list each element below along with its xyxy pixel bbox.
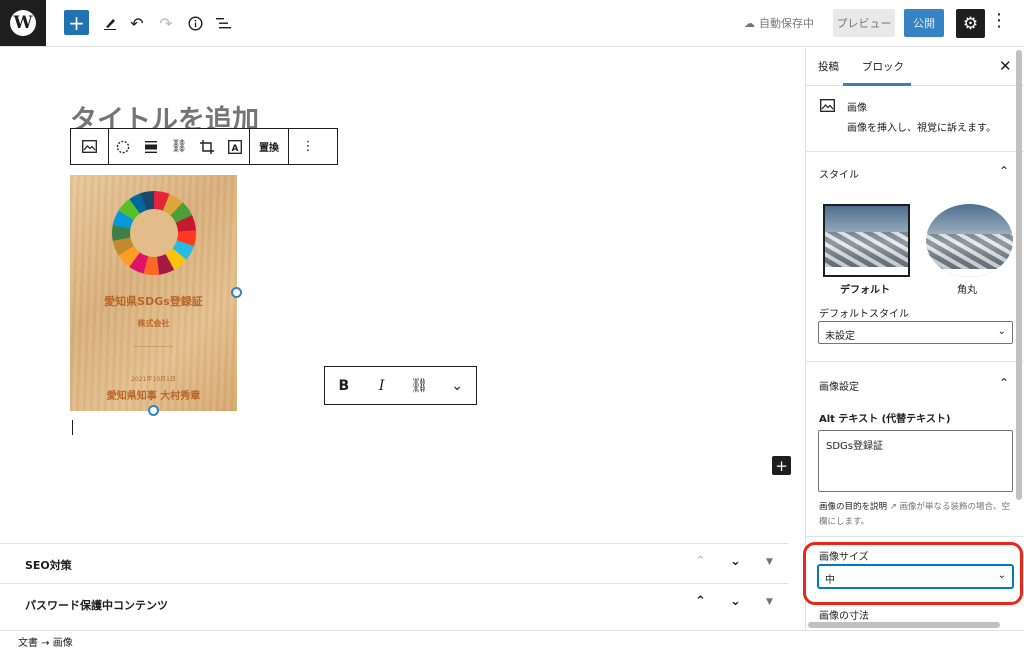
block-card-title: 画像 [847, 103, 867, 114]
toggle-panel-icon[interactable]: ▼ [766, 597, 773, 607]
cert-signature: 愛知県知事 大村秀章 [106, 391, 201, 402]
replace-button[interactable]: 置換 [250, 139, 288, 154]
cloud-icon: ☁ [744, 16, 755, 30]
autosave-text: 自動保存中 [759, 17, 814, 30]
chevron-down-icon[interactable]: ⌄ [442, 371, 472, 401]
move-up-icon[interactable]: ⌃ [695, 554, 706, 569]
divider [806, 536, 1024, 537]
alt-text-help: 画像の目的を説明 ↗ 画像が単なる装飾の場合、空欄にします。 [819, 500, 1014, 530]
image-dimensions-label: 画像の寸法 [819, 611, 869, 622]
chevron-down-icon: ⌄ [997, 570, 1006, 581]
sdgs-wheel-logo [112, 191, 196, 275]
metabox-title: パスワード保護中コンテンツ [25, 599, 168, 612]
metabox-password-protected: パスワード保護中コンテンツ ⌃ ⌄ ▼ [0, 583, 788, 623]
breadcrumb[interactable]: 文書 → 画像 [18, 634, 73, 649]
more-options-icon[interactable]: ⋮ [990, 12, 1008, 30]
undo-icon[interactable]: ↶ [125, 11, 149, 35]
block-inserter-plus-icon[interactable]: + [772, 456, 791, 475]
move-down-icon[interactable]: ⌄ [730, 554, 741, 569]
replace-group: 置換 [250, 129, 289, 164]
metabox-seo: SEO対策 ⌃ ⌄ ▼ [0, 543, 788, 583]
chevron-down-icon: ⌄ [997, 326, 1006, 337]
resize-handle-right[interactable] [231, 287, 242, 298]
options-group: ⋮ [289, 129, 327, 164]
block-editor: W + ↶ ↷ ☁ 自動保存中 プレビュー 公開 ⚙ ⋮ タイトルを追加 ⛓ A… [0, 0, 1024, 650]
image-tools-group: ⛓ A [109, 129, 250, 164]
cert-company: 株式会社 [137, 319, 170, 328]
align-icon[interactable] [137, 129, 165, 164]
edit-pencil-icon[interactable] [98, 11, 122, 35]
add-block-button[interactable]: + [64, 10, 89, 35]
duotone-icon[interactable] [109, 129, 137, 164]
sidebar-horizontal-scrollbar[interactable] [808, 622, 1000, 628]
close-icon[interactable]: ✕ [999, 57, 1012, 75]
alt-text-label: Alt テキスト (代替テキスト) [819, 414, 951, 425]
italic-button[interactable]: I [367, 371, 397, 401]
link-icon[interactable]: ⛓ [404, 371, 434, 401]
editor-canvas[interactable]: タイトルを追加 ⛓ A 置換 ⋮ 愛知県SDGs登録証 株式会社 …………………… [0, 48, 805, 536]
link-icon[interactable]: ⛓ [165, 129, 193, 164]
settings-sidebar: 投稿 ブロック ✕ 画像 画像を挿入し、視覚に訴えます。 スタイル ⌃ デフォル… [805, 48, 1024, 630]
chevron-up-icon: ⌃ [999, 164, 1010, 178]
divider [806, 361, 1024, 362]
image-block-icon [820, 99, 835, 116]
sidebar-scrollbar[interactable] [1016, 50, 1022, 500]
text-overlay-icon[interactable]: A [221, 129, 249, 164]
block-type-group [71, 129, 109, 164]
cert-title: 愛知県SDGs登録証 [104, 295, 203, 308]
cert-date: 2021年10月1日 [131, 376, 176, 383]
toggle-panel-icon[interactable]: ▼ [766, 557, 773, 567]
image-size-value: 中 [825, 575, 835, 586]
sdgs-certificate-image[interactable]: 愛知県SDGs登録証 株式会社 …………………… 2021年10月1日 愛知県知… [70, 175, 237, 411]
alt-help-link[interactable]: 画像の目的を説明 [819, 502, 887, 512]
tab-block[interactable]: ブロック [862, 59, 904, 74]
crop-icon[interactable] [193, 129, 221, 164]
block-options-icon[interactable]: ⋮ [289, 129, 327, 164]
bold-button[interactable]: B [329, 371, 359, 401]
default-style-label: デフォルトスタイル [819, 309, 909, 320]
image-settings-heading: 画像設定 [819, 382, 859, 393]
svg-text:A: A [232, 144, 239, 154]
style-option-rounded[interactable] [926, 204, 1013, 277]
info-icon[interactable] [183, 11, 207, 35]
image-block-icon[interactable] [71, 129, 108, 164]
image-size-label: 画像サイズ [819, 552, 869, 563]
block-card: 画像 画像を挿入し、視覚に訴えます。 [806, 86, 1024, 152]
metabox-title: SEO対策 [25, 559, 72, 572]
style-label-default: デフォルト [840, 285, 890, 296]
cert-body-text: …………………… [133, 343, 174, 349]
settings-gear-icon[interactable]: ⚙ [956, 9, 985, 38]
styles-heading: スタイル [819, 170, 859, 181]
redo-icon[interactable]: ↷ [154, 11, 178, 35]
publish-button[interactable]: 公開 [904, 9, 944, 37]
tab-post[interactable]: 投稿 [818, 59, 839, 74]
editor-header: W + ↶ ↷ ☁ 自動保存中 プレビュー 公開 ⚙ ⋮ [0, 0, 1024, 47]
move-up-icon[interactable]: ⌃ [695, 594, 706, 609]
image-size-select[interactable]: 中 ⌄ [818, 565, 1013, 588]
chevron-up-icon: ⌃ [999, 376, 1010, 390]
style-label-rounded: 角丸 [957, 285, 977, 296]
move-down-icon[interactable]: ⌄ [730, 594, 741, 609]
caption-format-toolbar: B I ⛓ ⌄ [324, 366, 477, 405]
alt-text-input[interactable]: SDGs登録証 [818, 430, 1013, 492]
autosave-status: ☁ 自動保存中 [744, 15, 814, 31]
style-option-default[interactable] [823, 204, 910, 277]
list-view-icon[interactable] [211, 11, 235, 35]
wordpress-logo-icon[interactable]: W [0, 0, 46, 46]
block-breadcrumb-bar: 文書 → 画像 [0, 630, 1024, 650]
resize-handle-bottom[interactable] [148, 405, 159, 416]
default-style-value: 未設定 [825, 331, 855, 342]
image-block-toolbar: ⛓ A 置換 ⋮ [70, 128, 338, 165]
block-card-description: 画像を挿入し、視覚に訴えます。 [847, 123, 996, 134]
default-style-select[interactable]: 未設定 ⌄ [818, 321, 1013, 344]
caption-text-cursor[interactable] [72, 420, 73, 435]
sidebar-tabs: 投稿 ブロック ✕ [806, 48, 1024, 86]
preview-button[interactable]: プレビュー [833, 9, 895, 37]
external-link-icon: ↗ [889, 502, 897, 512]
